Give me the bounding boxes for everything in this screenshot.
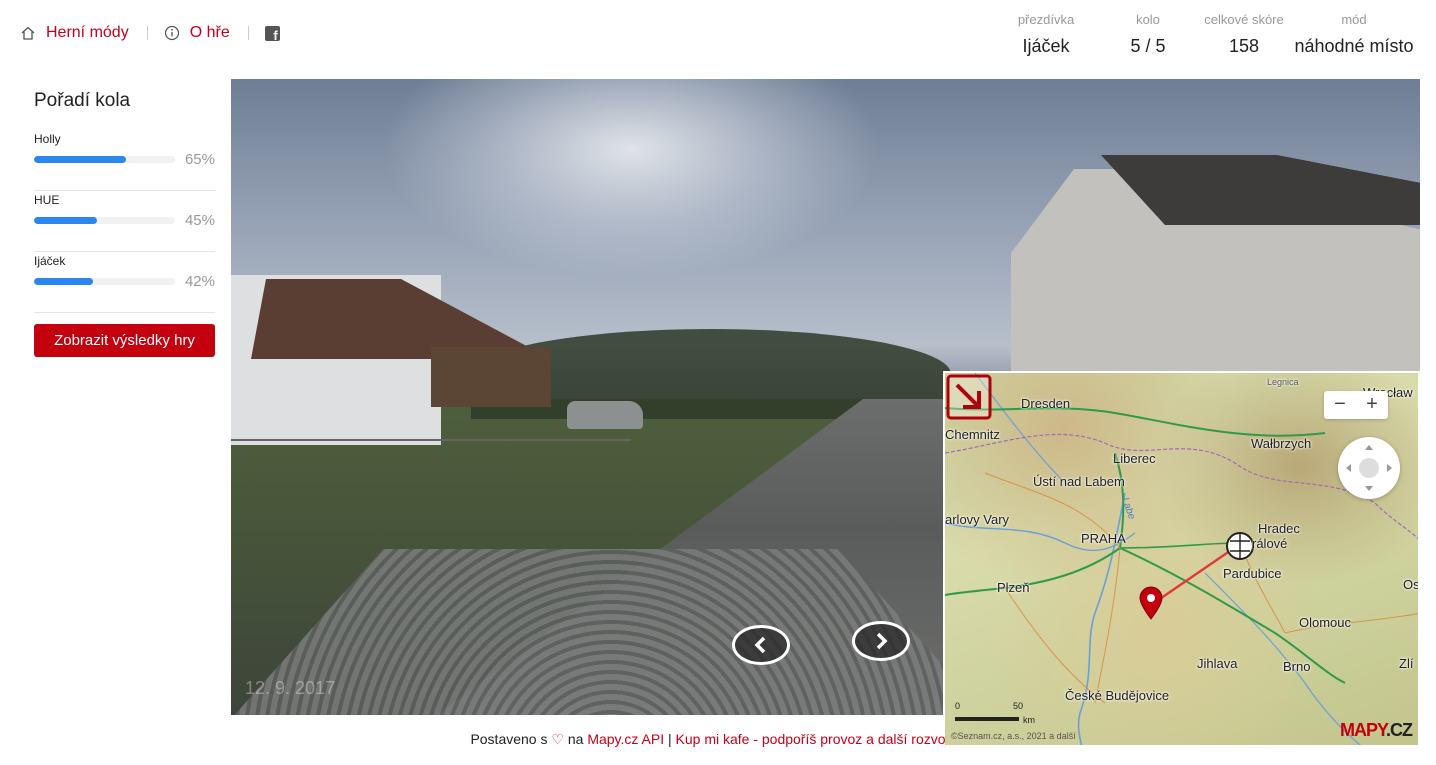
nav-about-label: O hře bbox=[189, 24, 230, 41]
heart-icon: ♡ bbox=[551, 731, 564, 747]
stat-mode: mód náhodné místo bbox=[1290, 12, 1418, 57]
map-scale-50: 50 bbox=[1013, 701, 1024, 711]
app-root: Herní módy O hře f přezdívka Ijáček kolo… bbox=[0, 0, 1436, 765]
home-icon bbox=[21, 26, 35, 40]
nav-separator bbox=[146, 26, 148, 40]
map-label-chemnitz: Chemnitz bbox=[945, 427, 1000, 442]
stat-score-label: celkové skóre bbox=[1204, 12, 1284, 27]
map-canvas bbox=[945, 373, 1418, 745]
map-label-budejovice: České Budějovice bbox=[1065, 688, 1170, 703]
map-label-karlovy-vary: arlovy Vary bbox=[945, 512, 1010, 527]
map-label-legnica: Legnica bbox=[1267, 377, 1299, 387]
footer-on-text: na bbox=[567, 731, 584, 747]
map-label-jihlava: Jihlava bbox=[1197, 656, 1238, 671]
expand-map-button[interactable] bbox=[945, 373, 993, 421]
stat-nickname-label: přezdívka bbox=[1017, 12, 1075, 27]
zoom-out-button[interactable]: − bbox=[1324, 391, 1356, 419]
map-label-usti: Ústí nad Labem bbox=[1033, 474, 1125, 489]
map-label-olomouc: Olomouc bbox=[1299, 615, 1352, 630]
map-scale-bar bbox=[955, 717, 1019, 721]
progress-fill bbox=[34, 278, 94, 285]
buy-coffee-link[interactable]: Kup mi kafe - podpoříš provoz a další ro… bbox=[676, 731, 946, 747]
ranking-list: Holly 65% HUE 45% Ijáček 42% bbox=[34, 130, 215, 313]
map-label-brno: Brno bbox=[1283, 659, 1311, 674]
progress-track bbox=[34, 278, 175, 285]
nav-game-modes[interactable]: Herní módy bbox=[20, 24, 129, 42]
map-scale-zero: 0 bbox=[955, 701, 961, 711]
panorama-car bbox=[567, 401, 643, 429]
progress-fill bbox=[34, 217, 98, 224]
player-name: Ijáček bbox=[34, 254, 66, 268]
map-label-dresden: Dresden bbox=[1021, 396, 1071, 411]
map-label-plzen: Plzeň bbox=[997, 580, 1030, 595]
show-results-button[interactable]: Zobrazit výsledky hry bbox=[34, 324, 215, 357]
round-ranking: Pořadí kola Holly 65% HUE 45% Ijáček 42%… bbox=[34, 90, 215, 357]
stat-mode-label: mód bbox=[1341, 12, 1367, 27]
map-compass[interactable] bbox=[1338, 437, 1400, 499]
nav-about[interactable]: O hře bbox=[164, 24, 230, 42]
progress-track bbox=[34, 156, 175, 163]
player-percent: 45% bbox=[184, 212, 215, 229]
info-icon bbox=[164, 25, 179, 41]
ranking-item: HUE 45% bbox=[34, 191, 215, 252]
stat-round: kolo 5 / 5 bbox=[1108, 12, 1188, 57]
ranking-item: Holly 65% bbox=[34, 130, 215, 191]
main-nav: Herní módy O hře f bbox=[20, 24, 280, 42]
panorama-fence bbox=[231, 439, 631, 441]
map-label-hradec-1: Hradec bbox=[1258, 521, 1300, 536]
stat-nickname: přezdívka Ijáček bbox=[996, 12, 1096, 57]
compass-center bbox=[1359, 458, 1379, 478]
nav-game-modes-label: Herní módy bbox=[46, 24, 129, 41]
arrow-down-right-icon bbox=[946, 374, 992, 420]
stat-round-label: kolo bbox=[1136, 12, 1160, 27]
nav-separator bbox=[247, 26, 249, 40]
map-label-hradec-2: rálové bbox=[1252, 536, 1288, 551]
stat-score-value: 158 bbox=[1228, 36, 1260, 56]
stat-score: celkové skóre 158 bbox=[1184, 12, 1304, 57]
footer-built-text: Postaveno s bbox=[470, 731, 548, 747]
ranking-item: Ijáček 42% bbox=[34, 252, 215, 313]
map-scale-unit: km bbox=[1023, 715, 1035, 725]
map-label-pardubice: Pardubice bbox=[1223, 566, 1282, 581]
map-label-walbrzych: Wałbrzych bbox=[1251, 436, 1312, 451]
facebook-icon[interactable]: f bbox=[264, 25, 280, 42]
stat-mode-value: náhodné místo bbox=[1294, 36, 1414, 56]
panorama-barn bbox=[431, 347, 551, 407]
progress-track bbox=[34, 217, 175, 224]
ranking-title: Pořadí kola bbox=[34, 90, 131, 111]
panorama-prev-button[interactable] bbox=[732, 625, 790, 665]
guess-map[interactable]: Legnica Wrocław Dresden Chemnitz Wałbrzy… bbox=[943, 371, 1420, 747]
chevron-left-icon bbox=[754, 636, 766, 654]
zoom-in-button[interactable]: + bbox=[1356, 391, 1388, 419]
header: Herní módy O hře f přezdívka Ijáček kolo… bbox=[0, 0, 1436, 72]
chevron-right-icon bbox=[876, 632, 888, 650]
footer-separator: | bbox=[667, 731, 672, 747]
panorama-sky bbox=[381, 79, 881, 279]
map-label-liberec: Liberec bbox=[1113, 451, 1156, 466]
panorama-next-button[interactable] bbox=[852, 621, 910, 661]
map-label-zlin: Zlí bbox=[1399, 656, 1414, 671]
progress-fill bbox=[34, 156, 126, 163]
map-label-praha: PRAHA bbox=[1081, 531, 1126, 546]
player-name: Holly bbox=[34, 132, 61, 146]
player-percent: 42% bbox=[184, 273, 215, 290]
player-name: HUE bbox=[34, 193, 60, 207]
player-percent: 65% bbox=[184, 151, 215, 168]
footer: Postaveno s ♡ na Mapy.cz API | Kup mi ka… bbox=[0, 731, 1416, 748]
map-label-ostrava: Os bbox=[1403, 577, 1420, 592]
mapy-api-link[interactable]: Mapy.cz API bbox=[587, 731, 664, 747]
stat-round-value: 5 / 5 bbox=[1130, 36, 1166, 56]
stat-nickname-value: Ijáček bbox=[1022, 36, 1070, 56]
zoom-controls: − + bbox=[1324, 391, 1388, 419]
panorama-date: 12. 9. 2017 bbox=[245, 678, 336, 698]
